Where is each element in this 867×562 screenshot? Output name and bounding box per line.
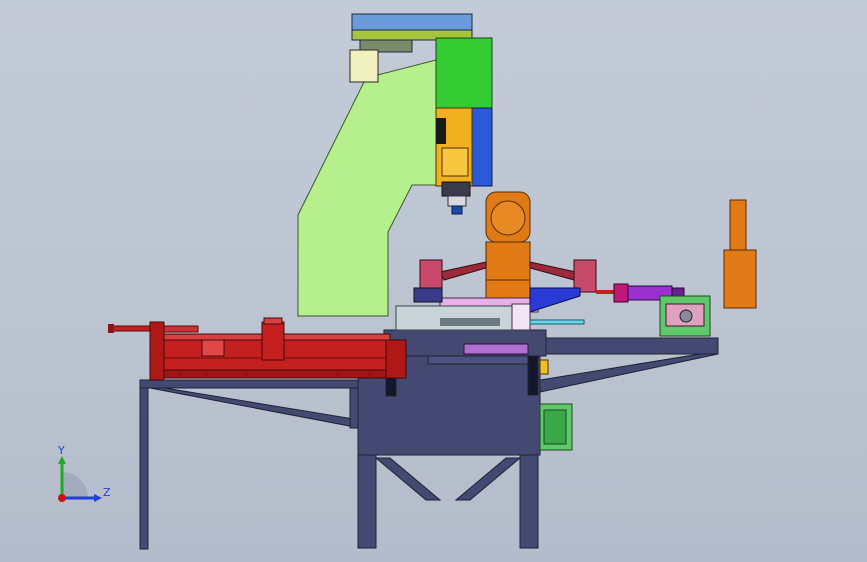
electrical-box [539,403,573,451]
axis-origin [58,494,66,502]
rail-carriage [261,321,285,361]
rail-bolt [244,374,248,378]
right-actuator [596,283,711,337]
rail-bolt [368,374,372,378]
linear-rail-assembly [108,317,407,381]
frame-center-leg-right [519,454,539,549]
clamp-arm-right [529,261,577,281]
frame-brace-post [349,387,359,429]
clamp-arm-left [439,261,487,281]
spindle-tool-holder [447,195,467,207]
sensor-indicator [539,359,549,375]
bracket-lower [723,249,757,309]
rail-bolt [178,374,182,378]
clamp-left-jaw [419,259,443,293]
rotary-lower-block [485,241,531,303]
rail-bottom-strip [163,369,391,379]
axis-z-arrow [94,494,102,502]
fixture-blue-wedge [529,287,581,313]
axis-y-label: Y [57,444,65,457]
clamp-right-jaw [573,259,597,293]
axis-view-quadrant [62,472,88,498]
fixture-cyan-rod [529,319,585,325]
spindle-yellow-panel [441,147,469,177]
frame-center-leg-left [357,454,377,549]
rail-end-cap [149,321,165,381]
machine-column [297,59,437,317]
frame-right-brace [539,353,719,393]
motor-housing [349,49,379,83]
rail-carriage-top [263,317,283,325]
bracket-upper [729,199,747,255]
right-bracket [723,199,757,309]
axis-y-arrow [58,456,66,464]
machine-assembly-drawing: Y Z [57,13,757,550]
axis-triad: Y Z [57,444,111,502]
actuator-rod [596,290,616,294]
frame-right-beam [539,337,719,355]
rail-bolt [294,374,298,378]
frame-step-top [427,355,529,365]
frame-lower-cross-right [454,457,522,501]
rail-right-block [385,339,407,379]
rail-notch [201,339,225,357]
frame-diagonal-brace [149,387,361,429]
frame-left-leg [139,383,149,550]
box-door [543,409,567,445]
rotary-unit [485,191,531,303]
column-body [297,59,437,317]
fixture-base-left [413,287,443,303]
axis-z-label: Z [103,486,111,499]
rotary-disc [490,200,526,236]
fixture-white-block [511,303,531,331]
frame-dark-strip-right [527,349,539,396]
spindle-blue-block [469,107,493,187]
spindle-nose [441,181,471,197]
rail-rod-tip [108,324,114,333]
fixture-slot [440,318,500,326]
guard-knob [679,309,693,323]
rail-bolt [336,374,340,378]
rail-rod [109,325,151,332]
frame-lower-cross-left [374,457,442,501]
spindle-bracket [436,118,446,144]
fixture-purple-base [463,343,529,355]
rail-bolt [204,374,208,378]
cad-viewport[interactable]: Y Z [0,0,867,562]
spindle-tool [451,205,463,215]
actuator-cap [613,283,629,303]
spindle-green-block [435,37,493,109]
